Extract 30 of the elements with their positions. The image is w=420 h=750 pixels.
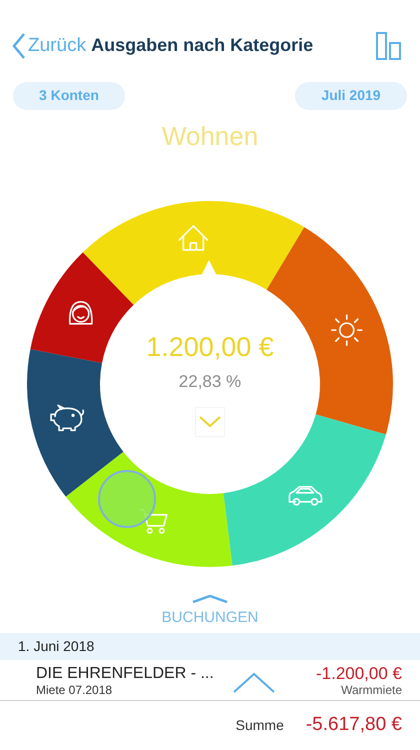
chart-view-icon[interactable] — [376, 32, 402, 60]
date-header: 1. Juni 2018 — [0, 633, 420, 660]
category-text: Warmmiete — [341, 683, 402, 698]
filter-pill[interactable]: 3 Konten — [13, 82, 125, 110]
chevron-up-icon[interactable] — [232, 672, 276, 694]
amount-value: 1.200,00 € — [146, 330, 274, 364]
woman-face-icon — [68, 300, 93, 324]
chevron-up-icon — [192, 594, 228, 603]
section-title: BUCHUNGEN — [162, 608, 258, 628]
sun-icon — [330, 314, 363, 346]
page-title: Ausgaben nach Kategorie — [91, 34, 314, 58]
total-value: -5.617,80 € — [306, 713, 402, 738]
chart-segment[interactable] — [30, 252, 134, 363]
touch-indicator — [98, 470, 156, 528]
amount-text: -1.200,00 € — [316, 664, 402, 684]
selection-pointer — [201, 260, 217, 276]
chevron-left-icon — [12, 32, 26, 60]
payee-text: DIE EHRENFELDER - ... — [36, 664, 214, 684]
total-label: Summe — [236, 716, 284, 736]
back-button[interactable]: Zurück — [12, 32, 86, 60]
car-icon — [288, 486, 322, 506]
booking-row[interactable]: DIE EHRENFELDER - ... Miete 07.2018 -1.200,00 € Warmmiete — [0, 660, 420, 700]
percent-value: 22,83 % — [178, 371, 242, 394]
chart-segment[interactable] — [27, 348, 124, 496]
memo-text: Miete 07.2018 — [36, 683, 114, 698]
house-icon — [178, 224, 208, 250]
filter-pill[interactable]: Juli 2019 — [295, 82, 407, 110]
category-title: Wohnen — [160, 120, 260, 153]
piggy-bank-icon — [50, 404, 84, 431]
chart-segment[interactable] — [82, 201, 304, 305]
